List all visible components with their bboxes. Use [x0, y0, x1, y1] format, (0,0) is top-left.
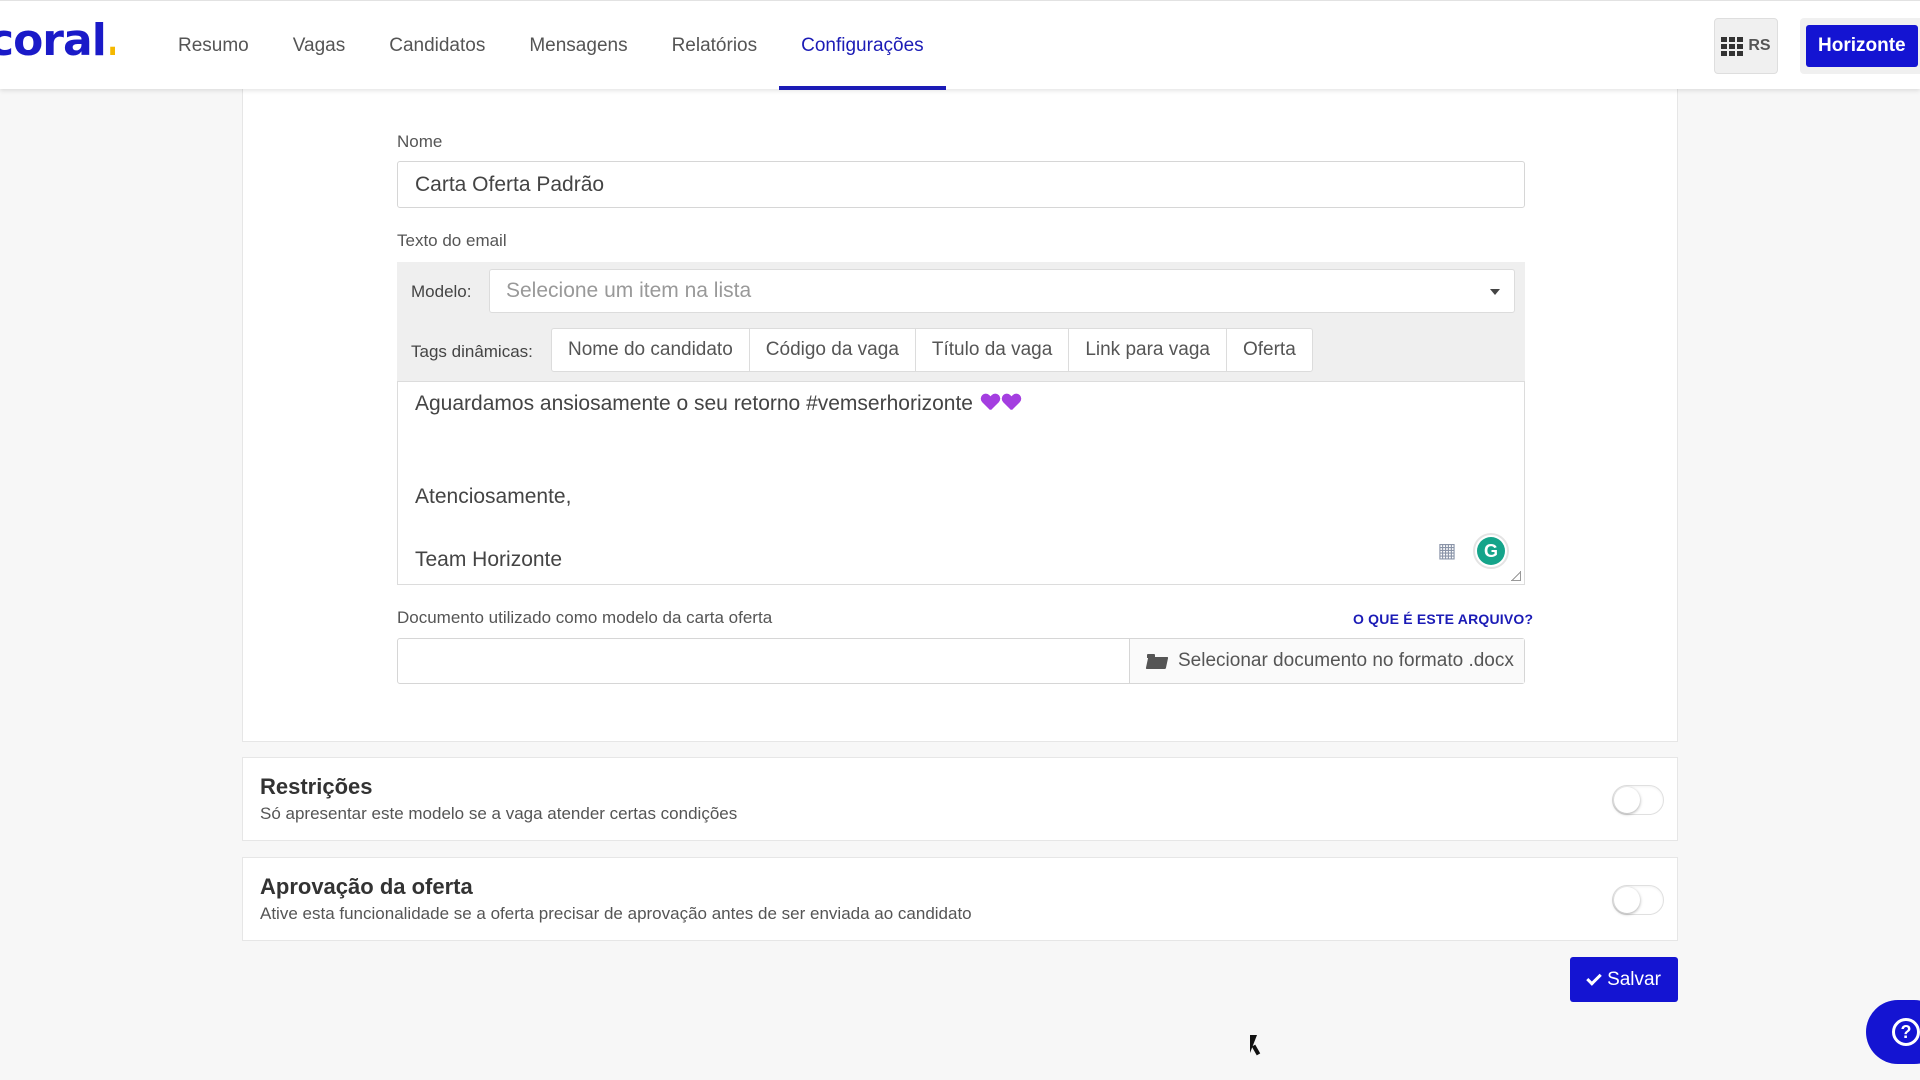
editor-line: Team Horizonte [415, 548, 563, 571]
top-navigation: coral. Resumo Vagas Candidatos Mensagens… [0, 0, 1920, 90]
dynamic-tags-label: Tags dinâmicas: [411, 342, 533, 361]
select-document-label: Selecionar documento no formato .docx [1178, 650, 1514, 671]
document-file-input: Selecionar documento no formato .docx [397, 638, 1525, 684]
question-icon: ? [1892, 1018, 1920, 1046]
model-label: Modelo: [411, 282, 472, 301]
name-input[interactable]: Carta Oferta Padrão [397, 161, 1525, 208]
toggle-knob [1614, 887, 1640, 913]
approval-section: Aprovação da oferta Ative esta funcional… [242, 857, 1678, 941]
nav-tab-relatorios[interactable]: Relatórios [650, 1, 780, 90]
editor-toolbar: Modelo: Selecione um item na lista Tags … [397, 262, 1525, 381]
editor-line-text: Aguardamos ansiosamente o seu retorno #v… [415, 392, 973, 415]
offer-template-form: Nome Carta Oferta Padrão Texto do email … [242, 89, 1678, 742]
model-select-placeholder: Selecione um item na lista [506, 279, 752, 302]
tag-codigo-da-vaga[interactable]: Código da vaga [748, 328, 916, 372]
user-initials: RS [1748, 37, 1771, 54]
nav-tab-configuracoes[interactable]: Configurações [779, 1, 946, 90]
document-label: Documento utilizado como modelo da carta… [397, 608, 773, 627]
nav-tab-candidatos[interactable]: Candidatos [367, 1, 507, 90]
toggle-knob [1614, 787, 1640, 813]
grammarly-icon[interactable]: G [1473, 533, 1509, 569]
tag-titulo-da-vaga[interactable]: Título da vaga [914, 328, 1070, 372]
resize-handle[interactable] [1511, 571, 1521, 581]
save-button[interactable]: Salvar [1570, 957, 1678, 1002]
help-button[interactable]: ? [1866, 1000, 1920, 1064]
company-switcher: Horizonte [1800, 18, 1920, 74]
company-button[interactable]: Horizonte [1806, 25, 1918, 67]
document-file-path[interactable] [398, 639, 1129, 683]
extension-icon[interactable]: ▦ [1436, 540, 1458, 562]
grid-icon [1721, 37, 1744, 56]
email-text-label: Texto do email [397, 231, 507, 250]
logo-text: coral [0, 17, 107, 66]
restrictions-description: Só apresentar este modelo se a vaga aten… [260, 804, 738, 823]
purple-heart-icon [1002, 394, 1021, 412]
main-nav-tabs: Resumo Vagas Candidatos Mensagens Relató… [156, 1, 946, 90]
email-text-editor[interactable]: Aguardamos ansiosamente o seu retorno #v… [397, 381, 1525, 585]
approval-description: Ative esta funcionalidade se a oferta pr… [260, 904, 972, 923]
nav-tab-vagas[interactable]: Vagas [271, 1, 367, 90]
what-is-this-file-link[interactable]: O QUE É ESTE ARQUIVO? [1353, 611, 1533, 627]
mouse-cursor-icon [1250, 1035, 1257, 1053]
dynamic-tags-group: Nome do candidato Código da vaga Título … [551, 328, 1313, 372]
save-label: Salvar [1607, 968, 1661, 990]
apps-menu-button[interactable]: RS [1714, 18, 1778, 74]
tag-nome-do-candidato[interactable]: Nome do candidato [551, 328, 750, 372]
purple-heart-icon [981, 394, 1000, 412]
tag-oferta[interactable]: Oferta [1225, 328, 1313, 372]
editor-line: Aguardamos ansiosamente o seu retorno #v… [415, 392, 1021, 416]
model-select[interactable]: Selecione um item na lista [489, 269, 1515, 313]
nav-tab-resumo[interactable]: Resumo [156, 1, 271, 90]
approval-toggle[interactable] [1612, 885, 1664, 915]
nav-tab-mensagens[interactable]: Mensagens [507, 1, 649, 90]
logo-dot: . [106, 17, 115, 66]
restrictions-toggle[interactable] [1612, 785, 1664, 815]
name-label: Nome [397, 132, 443, 151]
check-icon [1586, 969, 1602, 986]
restrictions-section: Restrições Só apresentar este modelo se … [242, 757, 1678, 841]
app-logo[interactable]: coral. [0, 17, 115, 67]
select-document-button[interactable]: Selecionar documento no formato .docx [1129, 639, 1524, 683]
caret-down-icon [1490, 289, 1500, 295]
restrictions-title: Restrições [260, 774, 373, 799]
approval-title: Aprovação da oferta [260, 874, 473, 899]
tag-link-para-vaga[interactable]: Link para vaga [1068, 328, 1227, 372]
folder-open-icon [1147, 653, 1167, 669]
editor-line: Atenciosamente, [415, 485, 572, 508]
